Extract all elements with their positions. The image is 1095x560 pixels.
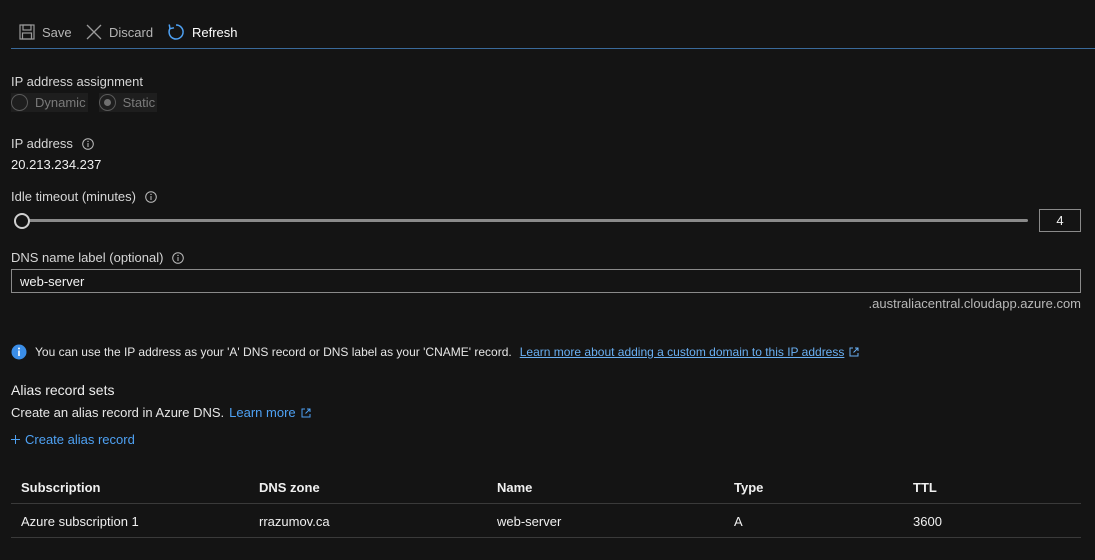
cell-dns-zone: rrazumov.ca xyxy=(259,514,330,529)
radio-dynamic[interactable]: Dynamic xyxy=(11,93,88,112)
external-link-icon xyxy=(301,408,311,417)
dns-suffix: .australiacentral.cloudapp.azure.com xyxy=(868,296,1081,311)
refresh-button[interactable]: Refresh xyxy=(167,19,238,45)
alias-description-text: Create an alias record in Azure DNS. xyxy=(11,405,225,420)
info-icon[interactable] xyxy=(145,190,157,203)
command-bar: Save Discard Refresh xyxy=(11,15,1095,49)
cell-name: web-server xyxy=(497,514,562,529)
radio-circle-dynamic xyxy=(11,94,28,111)
alias-description: Create an alias record in Azure DNS. Lea… xyxy=(11,405,311,420)
column-header-name: Name xyxy=(497,480,533,495)
column-header-subscription: Subscription xyxy=(21,480,101,495)
idle-timeout-slider-track[interactable] xyxy=(20,219,1028,222)
table-row[interactable]: Azure subscription 1 rrazumov.ca web-ser… xyxy=(11,504,1081,538)
plus-icon xyxy=(11,435,20,444)
dns-label-label-text: DNS name label (optional) xyxy=(11,250,164,265)
info-banner: You can use the IP address as your 'A' D… xyxy=(11,343,859,361)
ip-address-label: IP address xyxy=(11,136,94,151)
ip-assignment-label-text: IP address assignment xyxy=(11,74,143,89)
idle-timeout-value-box[interactable]: 4 xyxy=(1039,209,1081,232)
external-link-icon xyxy=(849,347,859,357)
custom-domain-learn-more-link[interactable]: Learn more about adding a custom domain … xyxy=(520,345,860,359)
radio-static-label: Static xyxy=(122,95,156,110)
idle-timeout-slider-thumb[interactable] xyxy=(14,213,30,229)
save-button[interactable]: Save xyxy=(19,19,72,45)
create-alias-record-label: Create alias record xyxy=(25,432,135,447)
column-header-ttl: TTL xyxy=(913,480,937,495)
save-label: Save xyxy=(42,24,72,40)
idle-timeout-label: Idle timeout (minutes) xyxy=(11,189,157,204)
refresh-label: Refresh xyxy=(192,24,238,40)
column-header-type: Type xyxy=(734,480,764,495)
cell-type: A xyxy=(734,514,743,529)
radio-circle-static xyxy=(98,94,116,111)
discard-button[interactable]: Discard xyxy=(86,19,153,45)
alias-learn-more-link[interactable]: Learn more xyxy=(229,405,311,420)
discard-label: Discard xyxy=(109,24,154,40)
custom-domain-link-text: Learn more about adding a custom domain … xyxy=(519,345,845,359)
ip-assignment-radio-group: Dynamic Static xyxy=(11,93,158,112)
idle-timeout-label-text: Idle timeout (minutes) xyxy=(11,189,136,204)
radio-dynamic-label: Dynamic xyxy=(35,95,86,110)
alias-learn-more-text: Learn more xyxy=(229,405,296,420)
close-icon xyxy=(86,24,102,40)
save-icon xyxy=(19,24,35,40)
info-filled-icon xyxy=(11,344,27,360)
ip-assignment-label: IP address assignment xyxy=(11,74,143,89)
ip-address-value: 20.213.234.237 xyxy=(11,157,102,172)
radio-static[interactable]: Static xyxy=(98,93,158,112)
info-banner-text: You can use the IP address as your 'A' D… xyxy=(35,345,512,359)
create-alias-record-button[interactable]: Create alias record xyxy=(11,432,135,447)
refresh-icon xyxy=(168,24,184,40)
cell-subscription: Azure subscription 1 xyxy=(21,514,139,529)
cell-ttl: 3600 xyxy=(913,514,942,529)
alias-records-table: Subscription DNS zone Name Type TTL Azur… xyxy=(11,470,1081,538)
dns-label-label: DNS name label (optional) xyxy=(11,250,185,265)
column-header-dns-zone: DNS zone xyxy=(259,480,320,495)
ip-address-label-text: IP address xyxy=(11,136,73,151)
info-icon[interactable] xyxy=(172,251,185,264)
public-ip-configuration-page: Save Discard Refresh IP address assignme… xyxy=(0,0,1095,560)
alias-section-title: Alias record sets xyxy=(11,382,115,398)
dns-label-input[interactable] xyxy=(11,269,1081,293)
info-icon[interactable] xyxy=(82,137,94,150)
table-header-row: Subscription DNS zone Name Type TTL xyxy=(11,470,1081,504)
